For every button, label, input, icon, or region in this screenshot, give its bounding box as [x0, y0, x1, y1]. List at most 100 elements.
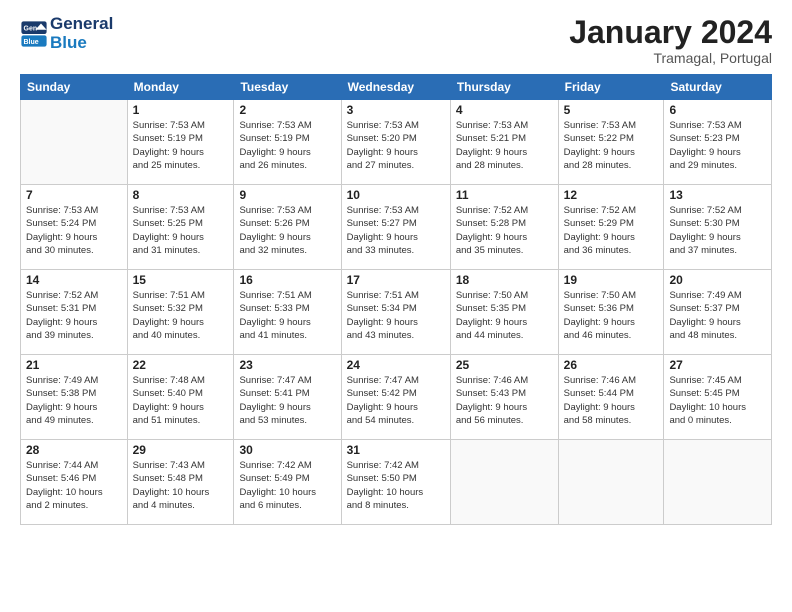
calendar-cell: 31 Sunrise: 7:42 AM Sunset: 5:50 PM Dayli… [341, 440, 450, 525]
calendar-week-2: 7Sunrise: 7:53 AM Sunset: 5:24 PM Daylig… [21, 185, 772, 270]
day-number: 11 [456, 188, 553, 202]
day-number: 25 [456, 358, 553, 372]
calendar-cell: 24Sunrise: 7:47 AM Sunset: 5:42 PM Dayli… [341, 355, 450, 440]
day-info: Sunrise: 7:50 AM Sunset: 5:35 PM Dayligh… [456, 289, 553, 342]
logo-line1: General [50, 15, 113, 34]
day-number: 30 [239, 443, 335, 457]
day-number: 18 [456, 273, 553, 287]
svg-text:Blue: Blue [24, 38, 39, 45]
title-area: January 2024 Tramagal, Portugal [569, 15, 772, 66]
calendar-week-1: 1 Sunrise: 7:53 AM Sunset: 5:19 PM Daylig… [21, 100, 772, 185]
day-info: Sunrise: 7:53 AM Sunset: 5:21 PM Dayligh… [456, 119, 553, 172]
calendar-week-4: 21 Sunrise: 7:49 AM Sunset: 5:38 PM Dayli… [21, 355, 772, 440]
calendar-cell: 16 Sunrise: 7:51 AM Sunset: 5:33 PM Dayli… [234, 270, 341, 355]
day-number: 22 [133, 358, 229, 372]
day-info: Sunrise: 7:51 AM Sunset: 5:33 PM Dayligh… [239, 289, 335, 342]
day-info: Sunrise: 7:51 AM Sunset: 5:34 PM Dayligh… [347, 289, 445, 342]
month-title: January 2024 [569, 15, 772, 50]
calendar-cell: 3Sunrise: 7:53 AM Sunset: 5:20 PM Daylig… [341, 100, 450, 185]
calendar-cell: 11 Sunrise: 7:52 AM Sunset: 5:28 PM Dayli… [450, 185, 558, 270]
day-number: 5 [564, 103, 659, 117]
day-number: 2 [239, 103, 335, 117]
day-info: Sunrise: 7:53 AM Sunset: 5:22 PM Dayligh… [564, 119, 659, 172]
day-info: Sunrise: 7:53 AM Sunset: 5:19 PM Dayligh… [239, 119, 335, 172]
day-info: Sunrise: 7:53 AM Sunset: 5:25 PM Dayligh… [133, 204, 229, 257]
logo: Gen Blue General Blue [20, 15, 113, 52]
day-number: 3 [347, 103, 445, 117]
day-number: 31 [347, 443, 445, 457]
weekday-header-tuesday: Tuesday [234, 75, 341, 100]
calendar-cell: 26 Sunrise: 7:46 AM Sunset: 5:44 PM Dayli… [558, 355, 664, 440]
day-number: 29 [133, 443, 229, 457]
day-info: Sunrise: 7:42 AM Sunset: 5:49 PM Dayligh… [239, 459, 335, 512]
day-number: 16 [239, 273, 335, 287]
day-info: Sunrise: 7:53 AM Sunset: 5:19 PM Dayligh… [133, 119, 229, 172]
weekday-header-thursday: Thursday [450, 75, 558, 100]
calendar-week-5: 28Sunrise: 7:44 AM Sunset: 5:46 PM Dayli… [21, 440, 772, 525]
day-info: Sunrise: 7:53 AM Sunset: 5:26 PM Dayligh… [239, 204, 335, 257]
calendar-cell: 15Sunrise: 7:51 AM Sunset: 5:32 PM Dayli… [127, 270, 234, 355]
day-number: 8 [133, 188, 229, 202]
day-number: 12 [564, 188, 659, 202]
calendar-cell: 19 Sunrise: 7:50 AM Sunset: 5:36 PM Dayli… [558, 270, 664, 355]
svg-text:Gen: Gen [24, 25, 38, 32]
weekday-header-friday: Friday [558, 75, 664, 100]
calendar-cell: 2 Sunrise: 7:53 AM Sunset: 5:19 PM Daylig… [234, 100, 341, 185]
day-info: Sunrise: 7:46 AM Sunset: 5:44 PM Dayligh… [564, 374, 659, 427]
day-info: Sunrise: 7:45 AM Sunset: 5:45 PM Dayligh… [669, 374, 766, 427]
calendar-week-3: 14 Sunrise: 7:52 AM Sunset: 5:31 PM Dayli… [21, 270, 772, 355]
day-info: Sunrise: 7:43 AM Sunset: 5:48 PM Dayligh… [133, 459, 229, 512]
day-info: Sunrise: 7:47 AM Sunset: 5:42 PM Dayligh… [347, 374, 445, 427]
logo-line2: Blue [50, 34, 113, 53]
day-info: Sunrise: 7:53 AM Sunset: 5:27 PM Dayligh… [347, 204, 445, 257]
calendar-cell: 6 Sunrise: 7:53 AM Sunset: 5:23 PM Daylig… [664, 100, 772, 185]
calendar-cell: 1 Sunrise: 7:53 AM Sunset: 5:19 PM Daylig… [127, 100, 234, 185]
page: Gen Blue General Blue January 2024 Trama… [0, 0, 792, 612]
day-number: 7 [26, 188, 122, 202]
calendar-cell [558, 440, 664, 525]
location: Tramagal, Portugal [569, 50, 772, 66]
calendar-cell: 25 Sunrise: 7:46 AM Sunset: 5:43 PM Dayli… [450, 355, 558, 440]
calendar-cell [664, 440, 772, 525]
day-info: Sunrise: 7:42 AM Sunset: 5:50 PM Dayligh… [347, 459, 445, 512]
day-number: 20 [669, 273, 766, 287]
calendar-cell: 21 Sunrise: 7:49 AM Sunset: 5:38 PM Dayli… [21, 355, 128, 440]
day-number: 10 [347, 188, 445, 202]
calendar-cell [21, 100, 128, 185]
day-number: 27 [669, 358, 766, 372]
logo-text-block: General Blue [50, 15, 113, 52]
day-info: Sunrise: 7:44 AM Sunset: 5:46 PM Dayligh… [26, 459, 122, 512]
calendar: SundayMondayTuesdayWednesdayThursdayFrid… [20, 74, 772, 525]
day-info: Sunrise: 7:46 AM Sunset: 5:43 PM Dayligh… [456, 374, 553, 427]
day-number: 26 [564, 358, 659, 372]
day-number: 14 [26, 273, 122, 287]
calendar-cell: 9 Sunrise: 7:53 AM Sunset: 5:26 PM Daylig… [234, 185, 341, 270]
calendar-cell: 14 Sunrise: 7:52 AM Sunset: 5:31 PM Dayli… [21, 270, 128, 355]
day-info: Sunrise: 7:52 AM Sunset: 5:31 PM Dayligh… [26, 289, 122, 342]
day-number: 1 [133, 103, 229, 117]
calendar-cell: 17Sunrise: 7:51 AM Sunset: 5:34 PM Dayli… [341, 270, 450, 355]
logo-icon: Gen Blue [20, 20, 48, 48]
weekday-header-saturday: Saturday [664, 75, 772, 100]
day-info: Sunrise: 7:50 AM Sunset: 5:36 PM Dayligh… [564, 289, 659, 342]
day-info: Sunrise: 7:49 AM Sunset: 5:38 PM Dayligh… [26, 374, 122, 427]
day-info: Sunrise: 7:52 AM Sunset: 5:29 PM Dayligh… [564, 204, 659, 257]
calendar-cell: 8 Sunrise: 7:53 AM Sunset: 5:25 PM Daylig… [127, 185, 234, 270]
day-info: Sunrise: 7:52 AM Sunset: 5:28 PM Dayligh… [456, 204, 553, 257]
weekday-header-row: SundayMondayTuesdayWednesdayThursdayFrid… [21, 75, 772, 100]
day-info: Sunrise: 7:53 AM Sunset: 5:23 PM Dayligh… [669, 119, 766, 172]
weekday-header-monday: Monday [127, 75, 234, 100]
day-number: 21 [26, 358, 122, 372]
calendar-cell: 18 Sunrise: 7:50 AM Sunset: 5:35 PM Dayli… [450, 270, 558, 355]
day-number: 19 [564, 273, 659, 287]
day-info: Sunrise: 7:52 AM Sunset: 5:30 PM Dayligh… [669, 204, 766, 257]
day-number: 4 [456, 103, 553, 117]
day-number: 6 [669, 103, 766, 117]
calendar-cell: 29 Sunrise: 7:43 AM Sunset: 5:48 PM Dayli… [127, 440, 234, 525]
calendar-cell: 27 Sunrise: 7:45 AM Sunset: 5:45 PM Dayli… [664, 355, 772, 440]
day-number: 9 [239, 188, 335, 202]
calendar-cell: 7Sunrise: 7:53 AM Sunset: 5:24 PM Daylig… [21, 185, 128, 270]
day-info: Sunrise: 7:47 AM Sunset: 5:41 PM Dayligh… [239, 374, 335, 427]
calendar-cell: 23 Sunrise: 7:47 AM Sunset: 5:41 PM Dayli… [234, 355, 341, 440]
day-number: 23 [239, 358, 335, 372]
